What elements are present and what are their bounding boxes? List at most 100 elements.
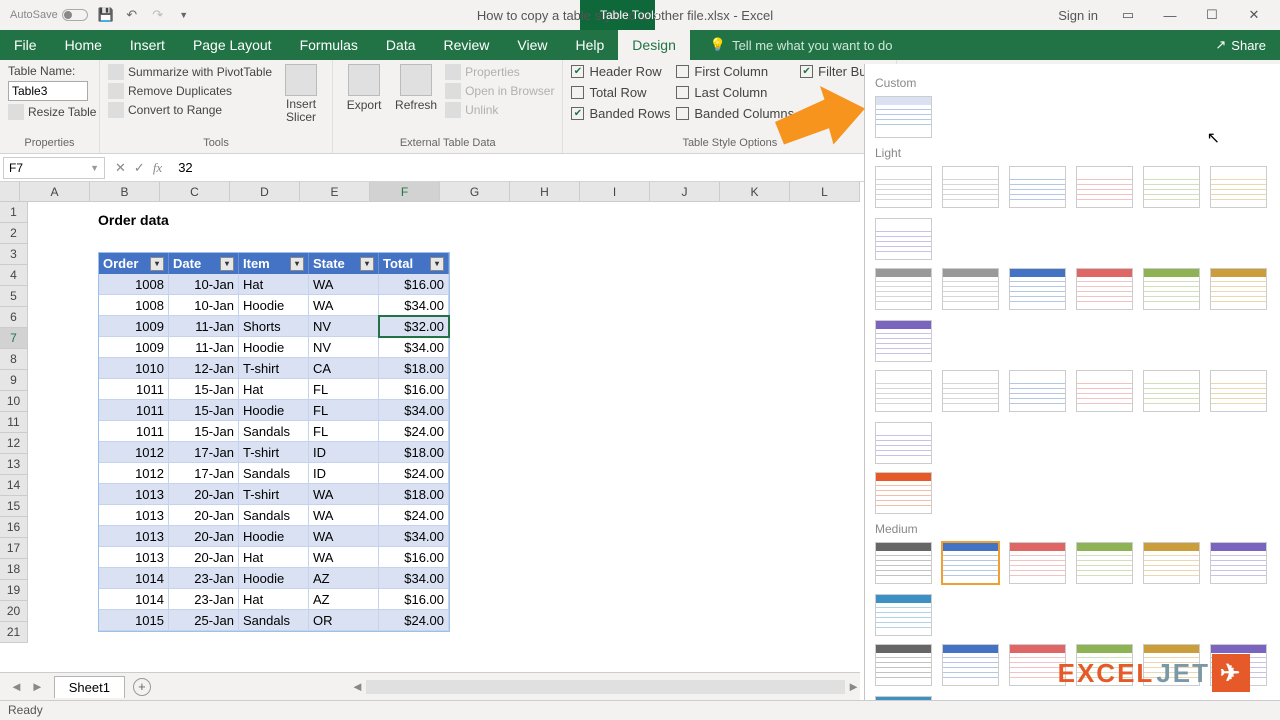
table-cell[interactable]: 1013 bbox=[99, 526, 169, 547]
table-cell[interactable]: 12-Jan bbox=[169, 358, 239, 379]
row-header[interactable]: 16 bbox=[0, 517, 28, 538]
table-cell[interactable]: Hoodie bbox=[239, 337, 309, 358]
col-header-L[interactable]: L bbox=[790, 182, 860, 201]
table-cell[interactable]: 11-Jan bbox=[169, 316, 239, 337]
worksheet-grid[interactable]: ABCDEFGHIJKL 123456789101112131415161718… bbox=[0, 182, 860, 670]
table-cell[interactable]: ID bbox=[309, 463, 379, 484]
table-cell[interactable]: Hoodie bbox=[239, 295, 309, 316]
ribbon-display-icon[interactable]: ▭ bbox=[1116, 3, 1140, 27]
table-row[interactable]: 101320-JanHoodieWA$34.00 bbox=[99, 526, 449, 547]
table-style-swatch[interactable] bbox=[875, 644, 932, 686]
total-row-checkbox[interactable]: Total Row bbox=[571, 85, 670, 100]
table-cell[interactable]: $18.00 bbox=[379, 442, 449, 463]
table-cell[interactable]: WA bbox=[309, 484, 379, 505]
table-cell[interactable]: Hoodie bbox=[239, 526, 309, 547]
header-row-checkbox[interactable]: ✔Header Row bbox=[571, 64, 670, 79]
table-row[interactable]: 101423-JanHoodieAZ$34.00 bbox=[99, 568, 449, 589]
table-cell[interactable]: NV bbox=[309, 337, 379, 358]
table-cell[interactable]: 15-Jan bbox=[169, 400, 239, 421]
table-row[interactable]: 101320-JanT-shirtWA$18.00 bbox=[99, 484, 449, 505]
table-cell[interactable]: 1013 bbox=[99, 547, 169, 568]
data-table[interactable]: Order▾Date▾Item▾State▾Total▾ 100810-JanH… bbox=[98, 252, 450, 632]
table-cell[interactable]: 17-Jan bbox=[169, 442, 239, 463]
tab-formulas[interactable]: Formulas bbox=[286, 30, 372, 60]
filter-button-icon[interactable]: ▾ bbox=[290, 257, 304, 271]
style-custom-1[interactable] bbox=[875, 96, 932, 138]
tell-me-search[interactable]: 💡 Tell me what you want to do bbox=[690, 30, 1202, 60]
row-header[interactable]: 17 bbox=[0, 538, 28, 559]
remove-duplicates-button[interactable]: Remove Duplicates bbox=[108, 83, 272, 99]
col-header-D[interactable]: D bbox=[230, 182, 300, 201]
table-cell[interactable]: $16.00 bbox=[379, 547, 449, 568]
col-header-G[interactable]: G bbox=[440, 182, 510, 201]
table-cell[interactable]: CA bbox=[309, 358, 379, 379]
tab-page-layout[interactable]: Page Layout bbox=[179, 30, 286, 60]
table-cell[interactable]: Hat bbox=[239, 589, 309, 610]
table-cell[interactable]: FL bbox=[309, 400, 379, 421]
convert-range-button[interactable]: Convert to Range bbox=[108, 102, 272, 118]
tab-design[interactable]: Design bbox=[618, 30, 690, 60]
table-cell[interactable]: T-shirt bbox=[239, 442, 309, 463]
row-header[interactable]: 8 bbox=[0, 349, 28, 370]
row-header[interactable]: 21 bbox=[0, 622, 28, 643]
table-cell[interactable]: 15-Jan bbox=[169, 379, 239, 400]
table-cell[interactable]: T-shirt bbox=[239, 484, 309, 505]
table-cell[interactable]: OR bbox=[309, 610, 379, 631]
table-row[interactable]: 101423-JanHatAZ$16.00 bbox=[99, 589, 449, 610]
table-cell[interactable]: Sandals bbox=[239, 610, 309, 631]
table-cell[interactable]: 1011 bbox=[99, 400, 169, 421]
row-header[interactable]: 7 bbox=[0, 328, 28, 349]
undo-icon[interactable]: ↶ bbox=[124, 7, 140, 23]
table-row[interactable]: 100810-JanHoodieWA$34.00 bbox=[99, 295, 449, 316]
table-cell[interactable]: $18.00 bbox=[379, 358, 449, 379]
table-cell[interactable]: FL bbox=[309, 379, 379, 400]
table-style-swatch[interactable] bbox=[1076, 166, 1133, 208]
table-row[interactable]: 101320-JanHatWA$16.00 bbox=[99, 547, 449, 568]
table-row[interactable]: 100810-JanHatWA$16.00 bbox=[99, 274, 449, 295]
resize-table-button[interactable]: Resize Table bbox=[8, 104, 96, 120]
table-cell[interactable]: $18.00 bbox=[379, 484, 449, 505]
tab-review[interactable]: Review bbox=[430, 30, 504, 60]
table-header-item[interactable]: Item▾ bbox=[239, 253, 309, 274]
autosave-toggle[interactable]: AutoSave bbox=[10, 9, 88, 21]
maximize-icon[interactable]: ☐ bbox=[1200, 3, 1224, 27]
row-header[interactable]: 1 bbox=[0, 202, 28, 223]
col-header-K[interactable]: K bbox=[720, 182, 790, 201]
table-row[interactable]: 101320-JanSandalsWA$24.00 bbox=[99, 505, 449, 526]
row-header[interactable]: 10 bbox=[0, 391, 28, 412]
table-cell[interactable]: $34.00 bbox=[379, 295, 449, 316]
table-cell[interactable]: 1008 bbox=[99, 274, 169, 295]
col-header-C[interactable]: C bbox=[160, 182, 230, 201]
sheet-prev-icon[interactable]: ◄ bbox=[10, 679, 23, 694]
table-style-swatch[interactable] bbox=[1210, 268, 1267, 310]
table-style-swatch[interactable] bbox=[1210, 166, 1267, 208]
row-header[interactable]: 12 bbox=[0, 433, 28, 454]
table-style-swatch[interactable] bbox=[942, 542, 999, 584]
table-cell[interactable]: 1012 bbox=[99, 463, 169, 484]
table-style-swatch[interactable] bbox=[1009, 542, 1066, 584]
name-box[interactable]: F7▼ bbox=[3, 157, 105, 179]
table-cell[interactable]: 20-Jan bbox=[169, 547, 239, 568]
table-cell[interactable]: 1012 bbox=[99, 442, 169, 463]
col-header-J[interactable]: J bbox=[650, 182, 720, 201]
table-style-swatch[interactable] bbox=[875, 320, 932, 362]
insert-slicer-button[interactable]: Insert Slicer bbox=[278, 64, 324, 124]
filter-button-icon[interactable]: ▾ bbox=[220, 257, 234, 271]
row-header[interactable]: 4 bbox=[0, 265, 28, 286]
table-cell[interactable]: WA bbox=[309, 526, 379, 547]
row-header[interactable]: 2 bbox=[0, 223, 28, 244]
table-cell[interactable]: 1011 bbox=[99, 379, 169, 400]
sheet-next-icon[interactable]: ► bbox=[31, 679, 44, 694]
col-header-H[interactable]: H bbox=[510, 182, 580, 201]
first-col-checkbox[interactable]: First Column bbox=[676, 64, 794, 79]
qat-customize-icon[interactable]: ▼ bbox=[176, 7, 192, 23]
table-cell[interactable]: Hat bbox=[239, 274, 309, 295]
row-header[interactable]: 20 bbox=[0, 601, 28, 622]
pivot-button[interactable]: Summarize with PivotTable bbox=[108, 64, 272, 80]
table-style-swatch[interactable] bbox=[1143, 166, 1200, 208]
table-cell[interactable]: Hat bbox=[239, 547, 309, 568]
table-cell[interactable]: 1013 bbox=[99, 484, 169, 505]
row-header[interactable]: 19 bbox=[0, 580, 28, 601]
horizontal-scrollbar[interactable]: ◄► bbox=[351, 679, 860, 695]
table-cell[interactable]: $34.00 bbox=[379, 526, 449, 547]
